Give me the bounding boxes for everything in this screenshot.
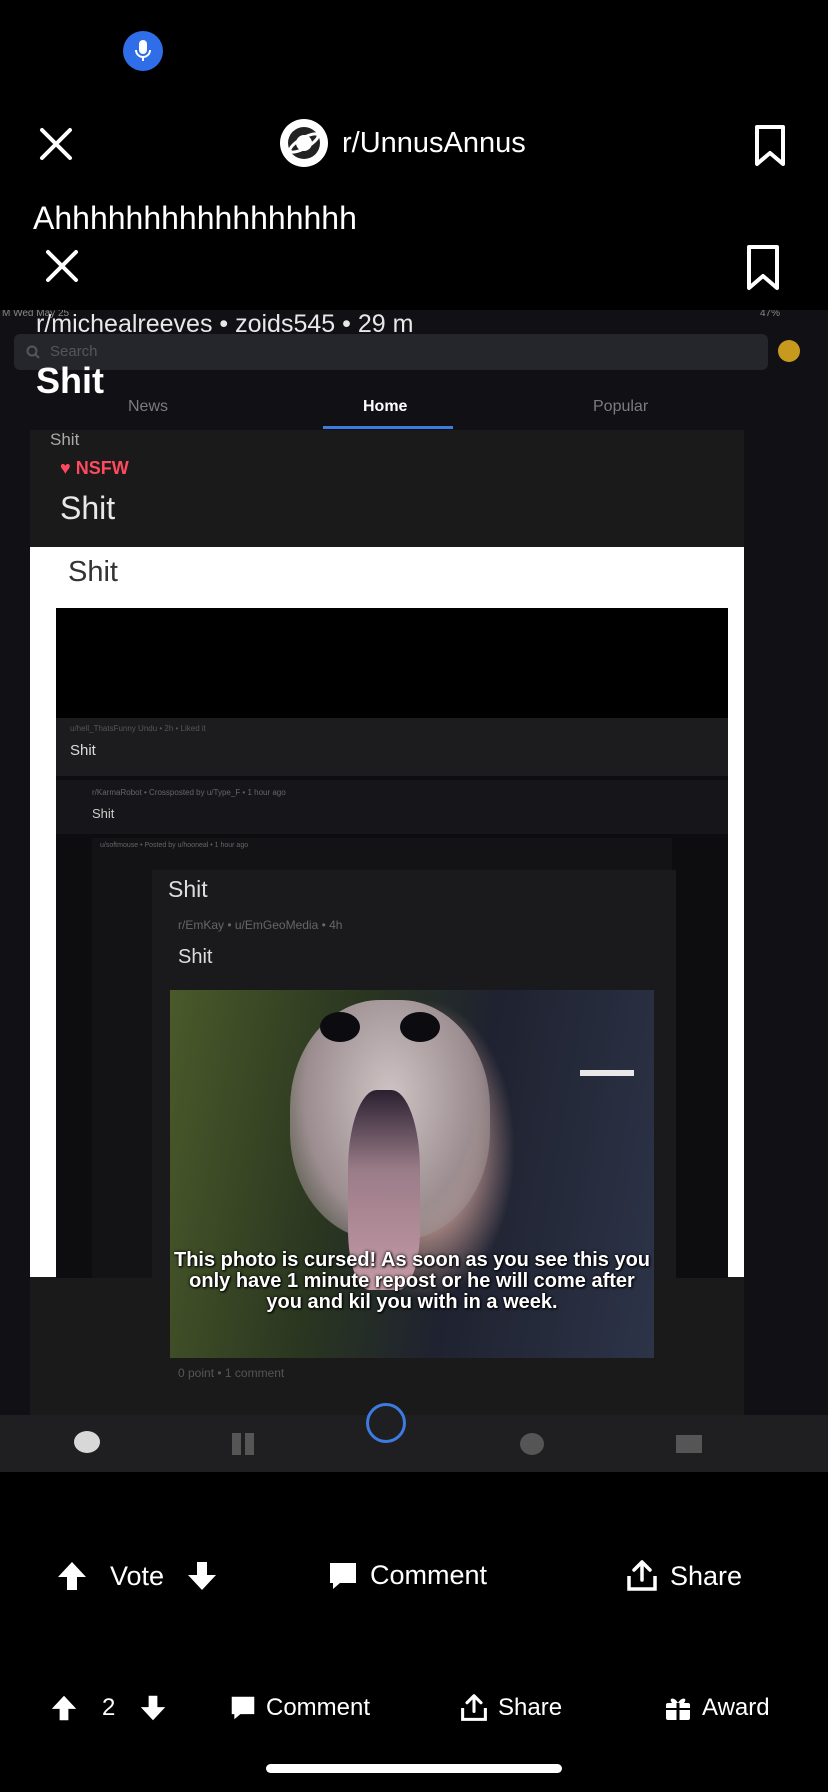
tab-popular: Popular	[593, 398, 649, 415]
photo-caption: This photo is cursed! As soon as you see…	[173, 1249, 650, 1313]
tab-home: Home	[363, 398, 408, 415]
embedded-title-large: Shit	[60, 490, 116, 526]
nested-post-2: r/KarmaRobot • Crossposted by u/Type_F •…	[56, 780, 728, 834]
bottom-comment-label: Comment	[266, 1694, 371, 1721]
subreddit-name[interactable]: r/UnnusAnnus	[342, 127, 526, 160]
bookmark-button[interactable]	[752, 124, 792, 168]
tab-underline	[323, 426, 453, 429]
embedded-points: 0 point • 1 comment	[178, 1366, 285, 1380]
reddit-home-icon	[74, 1431, 100, 1453]
post-flair-title: Shit	[36, 360, 104, 401]
bottom-share-button[interactable]: Share	[460, 1694, 562, 1722]
comment-button[interactable]: Comment	[328, 1560, 487, 1591]
overlay-close-button[interactable]	[42, 246, 82, 286]
bottom-comment-button[interactable]: Comment	[230, 1694, 370, 1722]
embedded-small-title: Shit	[50, 430, 80, 449]
planet-icon	[288, 127, 320, 159]
nested-post-1: u/hell_ThatsFunny Undu • 2h • Liked it S…	[56, 718, 728, 776]
share-label: Share	[670, 1560, 743, 1591]
upvote-icon[interactable]	[50, 1694, 78, 1722]
microphone-icon	[135, 40, 151, 61]
tab-news: News	[128, 398, 169, 415]
embedded-nav-bar	[0, 1403, 828, 1472]
share-icon	[627, 1560, 657, 1591]
vote-label: Vote	[110, 1560, 165, 1591]
vote-group: Vote	[56, 1560, 218, 1592]
award-label: Award	[702, 1694, 770, 1721]
upvote-icon[interactable]	[56, 1560, 88, 1592]
bottom-vote-group: 2	[50, 1694, 167, 1722]
post-meta[interactable]: r/michealreeves • zoids545 • 29 m	[36, 310, 413, 339]
comment-icon	[330, 1562, 356, 1589]
gift-icon	[666, 1698, 690, 1720]
embedded-white-title: Shit	[68, 556, 118, 588]
embedded-tabs: News Home Popular	[0, 390, 828, 430]
share-icon	[461, 1694, 487, 1721]
chat-icon	[520, 1433, 544, 1455]
embedded-search-bar: Search	[14, 334, 768, 370]
post-image[interactable]: M Wed May 25 47% Search News Home Popula…	[0, 310, 828, 1472]
close-icon	[40, 128, 72, 160]
nsfw-badge: ♥ NSFW	[60, 458, 129, 478]
score: 2	[102, 1694, 116, 1721]
award-button[interactable]: Award	[664, 1694, 770, 1722]
pencil-icon	[366, 1403, 406, 1443]
coin-icon	[778, 340, 800, 362]
comment-icon	[231, 1696, 255, 1720]
share-button[interactable]: Share	[626, 1560, 742, 1592]
bottom-share-label: Share	[498, 1694, 563, 1721]
home-indicator[interactable]	[266, 1764, 562, 1773]
post-title: Ahhhhhhhhhhhhhhhhh	[33, 200, 357, 236]
downvote-icon[interactable]	[139, 1694, 167, 1722]
bookmark-icon	[747, 245, 779, 290]
overlay-bookmark-button[interactable]	[744, 244, 784, 292]
microphone-indicator[interactable]	[123, 31, 163, 71]
close-button[interactable]	[36, 124, 76, 164]
subreddit-avatar	[280, 119, 328, 167]
close-icon	[46, 250, 78, 282]
search-icon	[26, 345, 40, 359]
comment-label: Comment	[370, 1560, 488, 1590]
grid-icon	[232, 1433, 254, 1455]
downvote-icon[interactable]	[186, 1560, 218, 1592]
bookmark-icon	[755, 125, 785, 166]
mail-icon	[676, 1435, 702, 1453]
heart-icon: ♥	[60, 458, 71, 478]
subreddit-header[interactable]: r/UnnusAnnus	[280, 118, 526, 168]
black-band	[56, 608, 728, 718]
